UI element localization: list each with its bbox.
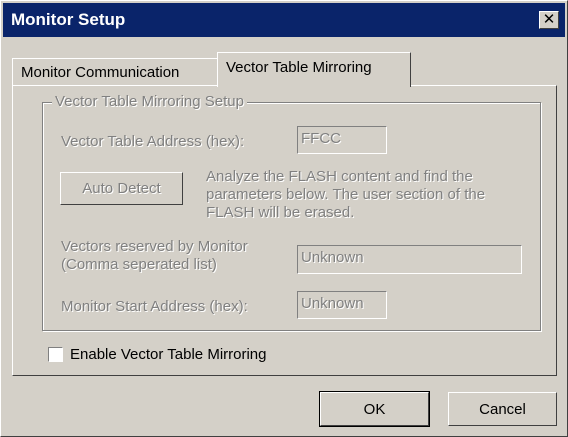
tab-label: Monitor Communication bbox=[21, 64, 180, 81]
cancel-button[interactable]: Cancel bbox=[448, 392, 557, 426]
close-icon: ✕ bbox=[542, 11, 556, 28]
auto-detect-button[interactable]: Auto Detect bbox=[60, 172, 183, 205]
window-title: Monitor Setup bbox=[11, 10, 126, 29]
enable-mirroring-checkbox[interactable] bbox=[48, 347, 63, 362]
vectors-reserved-field[interactable]: Unknown bbox=[297, 245, 522, 274]
tab-monitor-communication[interactable]: Monitor Communication bbox=[12, 58, 219, 86]
monitor-setup-dialog: Monitor Setup ✕ Monitor Communication Ve… bbox=[0, 0, 568, 437]
enable-mirroring-label[interactable]: Enable Vector Table Mirroring bbox=[70, 346, 267, 363]
ok-label: OK bbox=[363, 401, 386, 418]
auto-detect-label: Auto Detect bbox=[82, 180, 161, 197]
vectors-reserved-label-line-1: Vectors reserved by Monitor bbox=[61, 238, 248, 255]
monitor-start-address-value: Unknown bbox=[301, 295, 364, 312]
auto-detect-description-line-1: Analyze the FLASH content and find the bbox=[206, 168, 473, 185]
ok-button[interactable]: OK bbox=[319, 391, 430, 427]
tab-label: Vector Table Mirroring bbox=[226, 59, 372, 76]
tab-vector-table-mirroring[interactable]: Vector Table Mirroring bbox=[217, 52, 411, 87]
title-bar[interactable]: Monitor Setup ✕ bbox=[3, 3, 565, 37]
monitor-start-address-label: Monitor Start Address (hex): bbox=[61, 298, 248, 315]
cancel-label: Cancel bbox=[479, 401, 526, 418]
auto-detect-description-line-3: FLASH will be erased. bbox=[206, 204, 355, 221]
vectors-reserved-label-line-2: (Comma seperated list) bbox=[61, 256, 217, 273]
monitor-start-address-field[interactable]: Unknown bbox=[297, 291, 387, 319]
auto-detect-description-line-2: parameters below. The user section of th… bbox=[206, 186, 486, 203]
group-legend: Vector Table Mirroring Setup bbox=[52, 93, 247, 110]
vector-table-address-label: Vector Table Address (hex): bbox=[61, 133, 245, 150]
vectors-reserved-value: Unknown bbox=[301, 249, 364, 266]
close-button[interactable]: ✕ bbox=[539, 11, 559, 29]
vector-table-address-field[interactable]: FFCC bbox=[297, 126, 387, 154]
vector-table-address-value: FFCC bbox=[301, 130, 341, 147]
